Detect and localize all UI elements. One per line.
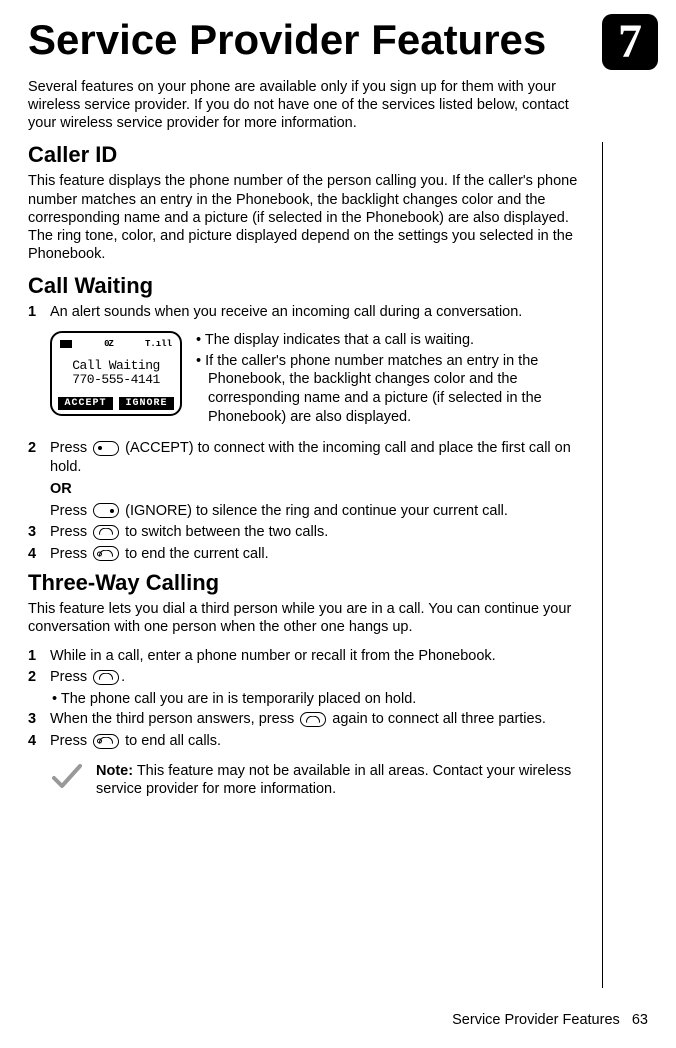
talk-key-icon (300, 712, 326, 727)
caller-id-heading: Caller ID (28, 142, 588, 168)
page-title: Service Provider Features (28, 18, 588, 62)
signal-icon: T.ıll (145, 339, 172, 349)
three-way-heading: Three-Way Calling (28, 570, 588, 596)
screen-line2: 770-555-4141 (58, 373, 174, 387)
caller-id-body: This feature displays the phone number o… (28, 172, 588, 263)
battery-icon (60, 340, 72, 348)
note: Note: This feature may not be available … (52, 762, 588, 800)
screen-line1: Call Waiting (58, 359, 174, 373)
softkey-ignore: IGNORE (119, 397, 174, 410)
phone-screen: 0Z T.ıll Call Waiting 770-555-4141 ACCEP… (50, 331, 182, 417)
cw-step-3: 3 Press to switch between the two calls. (28, 523, 588, 543)
status-mid: 0Z (104, 339, 113, 349)
left-softkey-icon (93, 441, 119, 456)
call-waiting-heading: Call Waiting (28, 273, 588, 299)
right-softkey-icon (93, 503, 119, 518)
cw-step-1: 1 An alert sounds when you receive an in… (28, 303, 588, 323)
talk-key-icon (93, 670, 119, 685)
tw-step-4: 4 Press to end all calls. (28, 732, 588, 752)
page-footer: Service Provider Features 63 (452, 1012, 648, 1028)
chapter-badge: 7 (602, 14, 658, 70)
end-key-icon (93, 734, 119, 749)
cw-step-4: 4 Press to end the current call. (28, 545, 588, 565)
intro-text: Several features on your phone are avail… (28, 78, 588, 132)
right-rule (602, 142, 603, 988)
cw-step-2: 2 Press (ACCEPT) to connect with the inc… (28, 439, 588, 521)
end-key-icon (93, 546, 119, 561)
tw-step-3: 3 When the third person answers, press a… (28, 710, 588, 730)
chapter-number: 7 (618, 18, 642, 66)
three-way-intro: This feature lets you dial a third perso… (28, 600, 588, 636)
tw-step-1: 1 While in a call, enter a phone number … (28, 647, 588, 667)
talk-key-icon (93, 525, 119, 540)
tw-step-2: 2 Press . (28, 668, 588, 688)
softkey-accept: ACCEPT (58, 397, 113, 410)
tw-step-2-sub: The phone call you are in is temporarily… (40, 690, 588, 709)
checkmark-icon (52, 762, 82, 795)
cw-bullets: The display indicates that a call is wai… (196, 331, 588, 429)
